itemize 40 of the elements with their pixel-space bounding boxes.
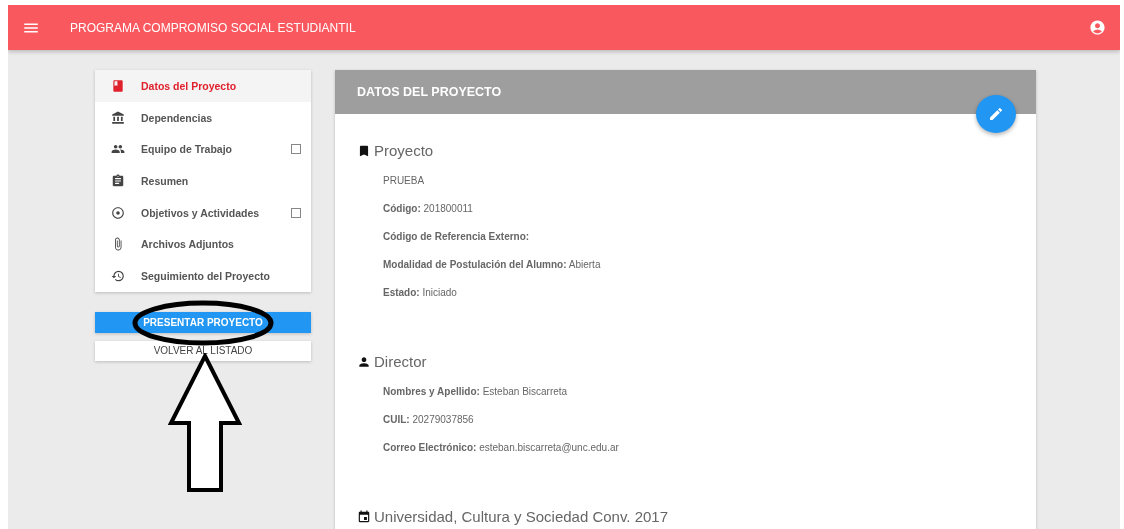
section-title: Proyecto (374, 142, 434, 159)
sidebar-item-label: Objetivos y Actividades (141, 206, 261, 219)
sidebar-item[interactable]: Datos del Proyecto (95, 70, 311, 102)
field-text: Código de Referencia Externo: (383, 231, 531, 242)
section-title: Universidad, Cultura y Sociedad Conv. 2017 (374, 508, 669, 525)
menu-item-icon (111, 205, 125, 220)
field-text: PRUEBA (383, 175, 426, 186)
pencil-icon (988, 106, 1004, 122)
field-text: Modalidad de Postulación del Alumno: Abierta (383, 259, 602, 270)
sidebar-item[interactable]: Resumen (95, 165, 311, 197)
checkbox[interactable] (291, 144, 301, 155)
sidebar-item-label: Seguimiento del Proyecto (141, 269, 271, 282)
field-text: Nombres y Apellido: Esteban Biscarreta (383, 386, 569, 397)
field-text: Código: 201800011 (383, 203, 474, 214)
section-icon (357, 143, 371, 158)
sidebar-item[interactable]: Objetivos y Actividades (95, 196, 311, 229)
sidebar-item[interactable]: Archivos Adjuntos (95, 228, 311, 261)
menu-item-icon (111, 110, 125, 125)
account-icon[interactable] (1089, 19, 1106, 36)
menu-item-icon (111, 268, 125, 283)
panel-header: DATOS DEL PROYECTO (335, 70, 1036, 114)
sidebar-item-label: Archivos Adjuntos (141, 238, 235, 251)
field-text: Correo Electrónico: esteban.biscarreta@unc.edu.ar (383, 442, 620, 453)
edit-button[interactable] (976, 95, 1016, 133)
checkbox[interactable] (291, 207, 301, 218)
menu-item-icon (111, 173, 125, 188)
sidebar-item-label: Equipo de Trabajo (141, 143, 233, 156)
sidebar-item-label: Dependencias (141, 111, 214, 124)
sidebar-item[interactable]: Equipo de Trabajo (95, 133, 311, 166)
field-text: CUIL: 20279037856 (383, 414, 475, 425)
sidebar-item-label: Resumen (141, 174, 190, 187)
sidebar-item[interactable]: Seguimiento del Proyecto (95, 260, 311, 292)
section-icon (357, 509, 371, 524)
back-button[interactable]: VOLVER AL LISTADO (95, 340, 311, 361)
app-title: PROGRAMA COMPROMISO SOCIAL ESTUDIANTIL (70, 20, 357, 35)
menu-item-icon (111, 78, 125, 93)
sidebar-item[interactable]: Dependencias (95, 101, 311, 134)
field-text: Estado: Iniciado (383, 287, 458, 298)
section-title: Director (374, 353, 427, 370)
sidebar-item-label: Datos del Proyecto (141, 79, 238, 92)
